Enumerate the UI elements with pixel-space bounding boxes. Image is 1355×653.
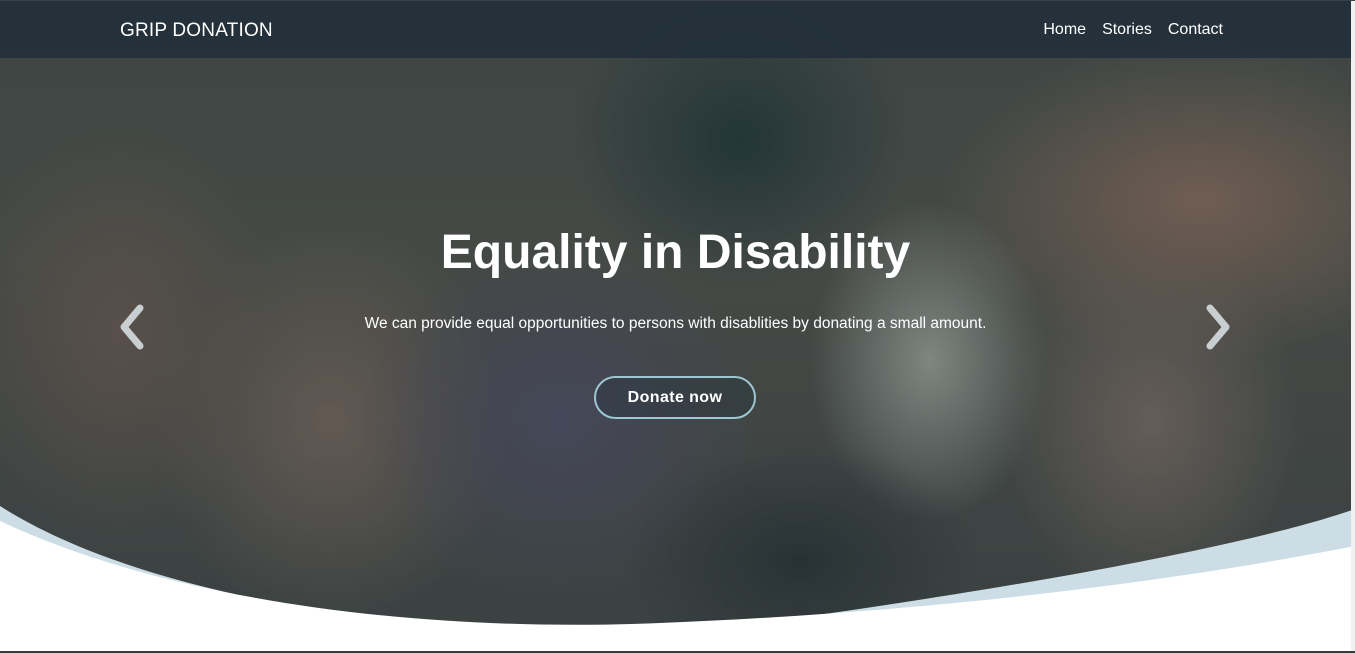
scrollbar[interactable] — [1351, 1, 1355, 653]
page: GRIP DONATION Home Stories Contact Equal… — [0, 0, 1355, 653]
hero-subtitle: We can provide equal opportunities to pe… — [364, 315, 987, 332]
nav-links: Home Stories Contact — [1043, 21, 1223, 39]
nav-link-stories[interactable]: Stories — [1102, 21, 1152, 39]
nav-link-contact[interactable]: Contact — [1168, 21, 1223, 39]
donate-now-button[interactable]: Donate now — [594, 376, 756, 419]
top-navbar: GRIP DONATION Home Stories Contact — [0, 1, 1355, 58]
nav-link-home[interactable]: Home — [1043, 21, 1086, 39]
brand-logo[interactable]: GRIP DONATION — [120, 20, 273, 42]
hero-title: Equality in Disability — [440, 226, 911, 279]
